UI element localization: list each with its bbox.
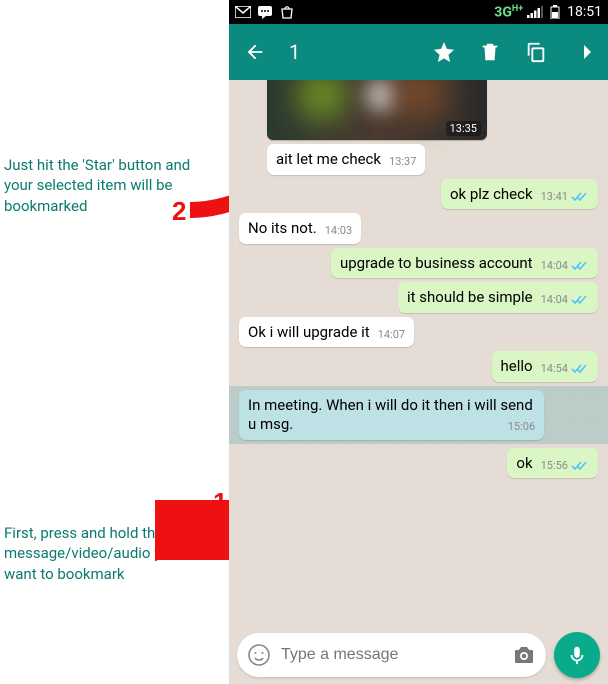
message-time: 14:04	[541, 259, 568, 273]
copy-button[interactable]	[520, 36, 552, 68]
callout-number-2: 2	[172, 196, 186, 227]
signal-icon	[527, 5, 543, 19]
message-bubble[interactable]: Ok i will upgrade it 14:07	[239, 317, 414, 348]
chat-area[interactable]: 13:35 ait let me check 13:37 ok plz check 1…	[229, 80, 608, 626]
message-meta: 15:06	[508, 420, 535, 434]
forward-button[interactable]	[566, 36, 598, 68]
message-text: In meeting. When i will do it then i wil…	[248, 396, 533, 434]
callout-number-1: 1	[213, 487, 227, 518]
message-input-container[interactable]	[237, 633, 546, 677]
message-meta: 14:54	[541, 362, 589, 376]
input-bar	[229, 626, 608, 684]
message-time: 13:37	[389, 155, 416, 169]
delete-button[interactable]	[474, 36, 506, 68]
network-label: 3GH+	[494, 4, 523, 21]
clock-label: 18:51	[567, 4, 602, 20]
message-row[interactable]: Ok i will upgrade it 14:07	[239, 317, 598, 348]
selection-count: 1	[289, 40, 300, 64]
star-button[interactable]	[428, 36, 460, 68]
message-time: 14:07	[378, 328, 405, 342]
message-text: No its not.	[248, 219, 317, 237]
status-bar: 3GH+ 18:51	[229, 0, 608, 24]
back-button[interactable]	[239, 36, 271, 68]
message-row[interactable]: ait let me check 13:37	[267, 144, 598, 175]
battery-icon	[547, 5, 563, 19]
read-ticks-icon	[571, 363, 589, 375]
message-text: ait let me check	[276, 150, 381, 168]
annotation-bottom: First, press and hold the message/video/…	[4, 523, 204, 584]
message-text: it should be simple	[407, 288, 533, 306]
message-text: ok	[516, 454, 532, 472]
read-ticks-icon	[571, 460, 589, 472]
annotation-top: Just hit the 'Star' button and your sele…	[4, 155, 219, 216]
shopping-icon	[279, 5, 295, 19]
message-meta: 14:07	[378, 328, 405, 342]
message-text: Ok i will upgrade it	[248, 323, 370, 341]
message-meta: 15:56	[541, 459, 589, 473]
phone-frame: 3GH+ 18:51 1 13:35 ait let me check 13:37…	[229, 0, 608, 684]
message-input[interactable]	[281, 646, 502, 664]
photo-thumbnail[interactable]: 13:35	[267, 80, 487, 140]
sms-icon	[257, 5, 273, 19]
message-row[interactable]: ok 15:56	[239, 448, 598, 479]
message-meta: 14:04	[541, 259, 589, 273]
message-text: ok plz check	[450, 185, 533, 203]
message-bubble[interactable]: No its not. 14:03	[239, 213, 361, 244]
message-bubble[interactable]: ok plz check 13:41	[441, 179, 598, 210]
message-row[interactable]: In meeting. When i will do it then i wil…	[229, 386, 608, 444]
message-row[interactable]: No its not. 14:03	[239, 213, 598, 244]
message-time: 15:56	[541, 459, 568, 473]
message-row[interactable]: it should be simple 14:04	[239, 282, 598, 313]
mail-icon	[235, 5, 251, 19]
message-time: 14:54	[541, 362, 568, 376]
message-time: 15:06	[508, 420, 535, 434]
message-bubble[interactable]: upgrade to business account 14:04	[331, 248, 598, 279]
message-time: 14:03	[325, 224, 352, 238]
message-text: hello	[501, 357, 533, 375]
read-ticks-icon	[571, 294, 589, 306]
message-photo[interactable]: 13:35	[267, 80, 598, 140]
message-time: 13:41	[541, 190, 568, 204]
message-bubble[interactable]: hello 14:54	[492, 351, 598, 382]
read-ticks-icon	[571, 260, 589, 272]
mic-button[interactable]	[554, 632, 600, 678]
selection-toolbar: 1	[229, 24, 608, 80]
camera-icon[interactable]	[512, 643, 536, 667]
message-time: 14:04	[541, 293, 568, 307]
message-row[interactable]: upgrade to business account 14:04	[239, 248, 598, 279]
message-meta: 13:37	[389, 155, 416, 169]
read-ticks-icon	[571, 191, 589, 203]
message-text: upgrade to business account	[340, 254, 533, 272]
emoji-icon[interactable]	[247, 643, 271, 667]
message-bubble[interactable]: ok 15:56	[507, 448, 598, 479]
message-bubble[interactable]: In meeting. When i will do it then i wil…	[239, 390, 544, 440]
message-bubble[interactable]: ait let me check 13:37	[267, 144, 425, 175]
photo-time: 13:35	[446, 121, 481, 136]
message-meta: 14:04	[541, 293, 589, 307]
message-row[interactable]: hello 14:54	[239, 351, 598, 382]
message-meta: 14:03	[325, 224, 352, 238]
message-meta: 13:41	[541, 190, 589, 204]
message-bubble[interactable]: it should be simple 14:04	[398, 282, 598, 313]
message-row[interactable]: ok plz check 13:41	[239, 179, 598, 210]
